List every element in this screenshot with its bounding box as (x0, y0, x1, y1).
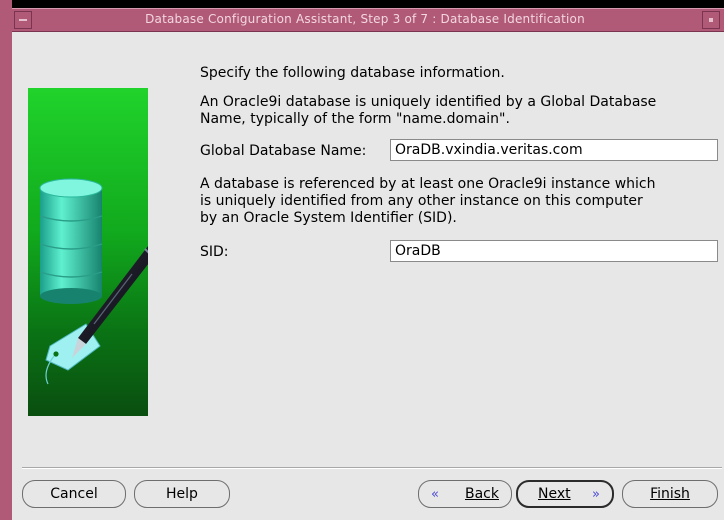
cancel-button-label: Cancel (50, 486, 98, 502)
sid-description-line-3: by an Oracle System Identifier (SID). (200, 210, 457, 226)
back-chevron-icon: « (431, 486, 439, 502)
sid-label: SID: (200, 244, 229, 260)
button-separator (22, 467, 722, 469)
sid-description-line-2: is uniquely identified from any other in… (200, 193, 643, 209)
window-title: Database Configuration Assistant, Step 3… (145, 12, 585, 26)
description-line-2: Name, typically of the form "name.domain… (200, 111, 510, 127)
next-chevron-icon: » (592, 486, 600, 502)
next-button-label: Next (538, 486, 571, 502)
database-illustration (28, 88, 148, 416)
database-pen-tag-icon (39, 178, 148, 385)
global-database-name-input[interactable] (390, 139, 718, 161)
minimize-icon[interactable] (702, 11, 720, 29)
title-bar[interactable]: Database Configuration Assistant, Step 3… (12, 8, 724, 32)
back-button-label: Back (465, 486, 499, 502)
global-database-name-label: Global Database Name: (200, 143, 367, 159)
cancel-button[interactable]: Cancel (22, 480, 126, 508)
finish-button-label: Finish (650, 486, 690, 502)
back-button[interactable]: « Back (418, 480, 512, 508)
intro-text: Specify the following database informati… (200, 65, 505, 81)
sid-input[interactable] (390, 240, 718, 262)
help-button[interactable]: Help (134, 480, 230, 508)
next-button[interactable]: Next » (516, 480, 614, 508)
help-button-label: Help (166, 486, 198, 502)
sid-description-line-1: A database is referenced by at least one… (200, 176, 656, 192)
description-line-1: An Oracle9i database is uniquely identif… (200, 94, 657, 110)
window-menu-icon[interactable] (14, 11, 32, 29)
dbca-window: Database Configuration Assistant, Step 3… (0, 0, 724, 520)
finish-button[interactable]: Finish (622, 480, 718, 508)
window-frame-left (0, 0, 12, 520)
